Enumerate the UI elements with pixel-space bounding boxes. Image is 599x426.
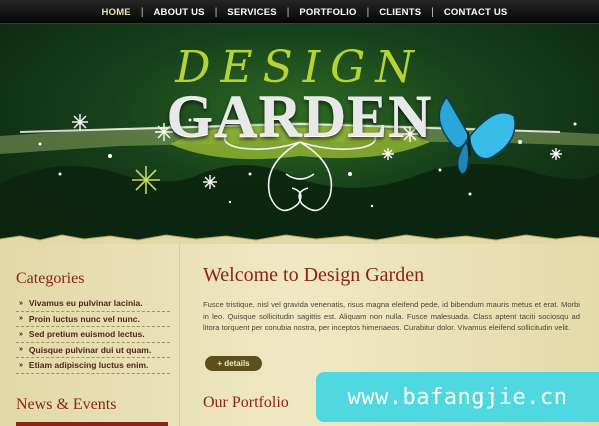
portfolio-title: Our Portfolio <box>203 394 289 411</box>
news-divider-bar <box>16 422 168 426</box>
nav-portfolio-link[interactable]: PORTFOLIO <box>299 7 356 18</box>
category-item[interactable]: » Vivamus eu pulvinar lacinia. <box>16 296 170 312</box>
nav-separator: | <box>140 6 144 18</box>
nav-clients-link[interactable]: CLIENTS <box>379 7 421 18</box>
nav-list: HOME | ABOUT US | SERVICES | PORTFOLIO | CLI… <box>0 0 599 24</box>
category-link[interactable]: Vivamus eu pulvinar lacinia. <box>29 298 143 308</box>
nav-separator: | <box>366 6 370 18</box>
bullet-icon: » <box>19 346 23 354</box>
nav-separator: | <box>286 6 290 18</box>
category-item[interactable]: » Proin luctus nunc vel nunc. <box>16 312 170 327</box>
news-events-title: News & Events <box>16 396 117 413</box>
nav-services-link[interactable]: SERVICES <box>227 7 276 18</box>
nav-contact-link[interactable]: CONTACT US <box>444 7 508 18</box>
green-snowflake <box>132 166 160 194</box>
details-button[interactable]: + details <box>205 356 262 371</box>
nav-home-link[interactable]: HOME <box>102 7 131 18</box>
category-item[interactable]: » Sed pretium euismod lectus. <box>16 327 170 343</box>
header-banner: DESIGN GARDEN <box>0 24 599 242</box>
bullet-icon: » <box>19 361 23 369</box>
bullet-icon: » <box>19 330 23 338</box>
categories-title: Categories <box>16 270 85 287</box>
nav-separator: | <box>431 6 434 18</box>
top-nav: HOME | ABOUT US | SERVICES | PORTFOLIO | CLI… <box>0 0 599 24</box>
categories-list: » Vivamus eu pulvinar lacinia. » Proin luc… <box>16 296 170 374</box>
nav-about-link[interactable]: ABOUT US <box>153 7 204 18</box>
welcome-paragraph: Fusce tristique, nisl vel gravida venena… <box>203 300 580 333</box>
bullet-icon: » <box>19 299 23 307</box>
watermark-banner: www.bafangjie.cn <box>316 372 599 422</box>
category-link[interactable]: Quisque pulvinar dui ut quam. <box>29 345 151 355</box>
bullet-icon: » <box>19 315 23 323</box>
nav-separator: | <box>214 6 218 18</box>
welcome-title: Welcome to Design Garden <box>203 264 425 286</box>
category-link[interactable]: Sed pretium euismod lectus. <box>29 329 145 339</box>
category-item[interactable]: » Quisque pulvinar dui ut quam. <box>16 343 170 358</box>
category-item[interactable]: » Etiam adipiscing luctus enim. <box>16 358 170 374</box>
category-link[interactable]: Proin luctus nunc vel nunc. <box>29 314 140 324</box>
sidebar: Categories » Vivamus eu pulvinar lacinia.… <box>0 244 180 426</box>
header-title-garden: GARDEN <box>166 83 433 149</box>
category-link[interactable]: Etiam adipiscing luctus enim. <box>29 360 149 370</box>
